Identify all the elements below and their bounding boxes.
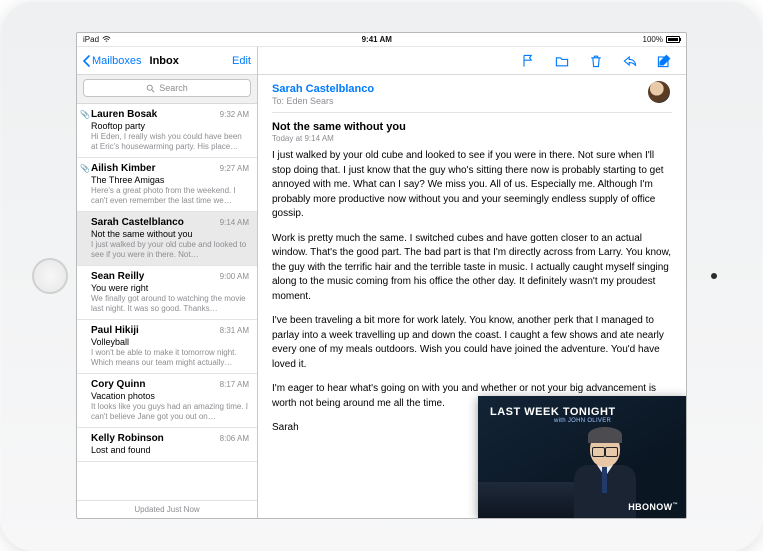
time: 9:32 AM	[220, 110, 249, 119]
home-button[interactable]	[32, 258, 68, 294]
preview: We finally got around to watching the mo…	[91, 294, 249, 314]
subject: Rooftop party	[91, 121, 249, 131]
preview: It looks like you guys had an amazing ti…	[91, 402, 249, 422]
edit-button[interactable]: Edit	[232, 55, 251, 67]
subject: Not the same without you	[91, 229, 249, 239]
body-p1: I just walked by your old cube and looke…	[272, 149, 672, 222]
preview: I just walked by your old cube and looke…	[91, 240, 249, 260]
pip-title: LAST WEEK TONIGHT	[490, 406, 616, 418]
pip-brand: HBONOW™	[628, 502, 678, 512]
search-placeholder: Search	[159, 83, 188, 93]
subject: You were right	[91, 283, 249, 293]
sender: Paul Hikiji	[91, 325, 139, 336]
attachment-icon: 📎	[80, 164, 90, 173]
subject: Vacation photos	[91, 391, 249, 401]
preview: I won't be able to make it tomorrow nigh…	[91, 348, 249, 368]
search-icon	[146, 84, 155, 93]
mailbox-title: Inbox	[150, 55, 179, 67]
chevron-left-icon	[83, 55, 91, 67]
wifi-icon	[102, 36, 111, 43]
pip-subtitle: with JOHN OLIVER	[554, 418, 611, 424]
message-row[interactable]: 📎Lauren Bosak 9:32 AM Rooftop partyHi Eden…	[77, 104, 257, 158]
message-header: Sarah Castelblanco To: Eden Sears Not th…	[258, 75, 686, 149]
move-button[interactable]	[554, 53, 570, 69]
message-row[interactable]: Sean Reilly 9:00 AM You were rightWe final…	[77, 266, 257, 320]
attachment-icon: 📎	[80, 110, 90, 119]
subject: The Three Amigas	[91, 175, 249, 185]
subject-line: Not the same without you	[272, 121, 672, 133]
search-input[interactable]: Search	[83, 79, 251, 97]
sender: Ailish Kimber	[91, 163, 155, 174]
compose-button[interactable]	[656, 53, 672, 69]
time: 9:14 AM	[220, 218, 249, 227]
body-p2: Work is pretty much the same. I switched…	[272, 232, 672, 305]
back-button[interactable]: Mailboxes	[83, 55, 142, 67]
message-row[interactable]: Paul Hikiji 8:31 AM VolleyballI won't be a…	[77, 320, 257, 374]
list-navbar: Mailboxes Inbox Edit	[77, 47, 257, 75]
flag-button[interactable]	[520, 53, 536, 69]
mail-app: Mailboxes Inbox Edit Search 📎Lauren Bosa…	[77, 47, 686, 518]
ipad-frame: iPad 9:41 AM 100% Mailboxes Inbox Edit	[0, 0, 763, 551]
list-footer: Updated Just Now	[77, 500, 257, 518]
status-bar: iPad 9:41 AM 100%	[77, 33, 686, 47]
time: 8:17 AM	[220, 380, 249, 389]
screen: iPad 9:41 AM 100% Mailboxes Inbox Edit	[76, 32, 687, 519]
reply-button[interactable]	[622, 53, 638, 69]
sender: Cory Quinn	[91, 379, 145, 390]
carrier-label: iPad	[83, 35, 99, 44]
search-wrap: Search	[77, 75, 257, 104]
sender: Lauren Bosak	[91, 109, 157, 120]
from-name[interactable]: Sarah Castelblanco	[272, 83, 672, 95]
clock: 9:41 AM	[362, 35, 392, 44]
battery-percent: 100%	[643, 35, 663, 44]
time: 8:06 AM	[220, 434, 249, 443]
sender: Sean Reilly	[91, 271, 144, 282]
avatar[interactable]	[648, 81, 670, 103]
trash-button[interactable]	[588, 53, 604, 69]
sender: Sarah Castelblanco	[91, 217, 184, 228]
message-list[interactable]: 📎Lauren Bosak9:32 AMRooftop partyHi Eden…	[77, 104, 257, 500]
timestamp: Today at 9:14 AM	[272, 134, 672, 143]
message-list-pane: Mailboxes Inbox Edit Search 📎Lauren Bosa…	[77, 47, 258, 518]
time: 8:31 AM	[220, 326, 249, 335]
battery-icon	[666, 36, 680, 43]
time: 9:27 AM	[220, 164, 249, 173]
pip-video-overlay[interactable]: LAST WEEK TONIGHT with JOHN OLIVER HBONO…	[478, 396, 686, 518]
subject: Volleyball	[91, 337, 249, 347]
body-p3: I've been traveling a bit more for work …	[272, 314, 672, 372]
message-row[interactable]: Cory Quinn 8:17 AM Vacation photosIt looks…	[77, 374, 257, 428]
camera-dot	[711, 273, 717, 279]
preview: Hi Eden, I really wish you could have be…	[91, 132, 249, 152]
time: 9:00 AM	[220, 272, 249, 281]
message-detail-pane: Sarah Castelblanco To: Eden Sears Not th…	[258, 47, 686, 518]
detail-toolbar	[258, 47, 686, 75]
message-row[interactable]: 📎Ailish Kimber 9:27 AM The Three AmigasHer…	[77, 158, 257, 212]
message-row[interactable]: Sarah Castelblanco 9:14 AM Not the same wi…	[77, 212, 257, 266]
back-label: Mailboxes	[92, 55, 142, 67]
preview: Here's a great photo from the weekend. I…	[91, 186, 249, 206]
subject: Lost and found	[91, 445, 249, 455]
sender: Kelly Robinson	[91, 433, 164, 444]
to-line: To: Eden Sears	[272, 96, 672, 106]
message-row[interactable]: Kelly Robinson 8:06 AM Lost and found	[77, 428, 257, 462]
